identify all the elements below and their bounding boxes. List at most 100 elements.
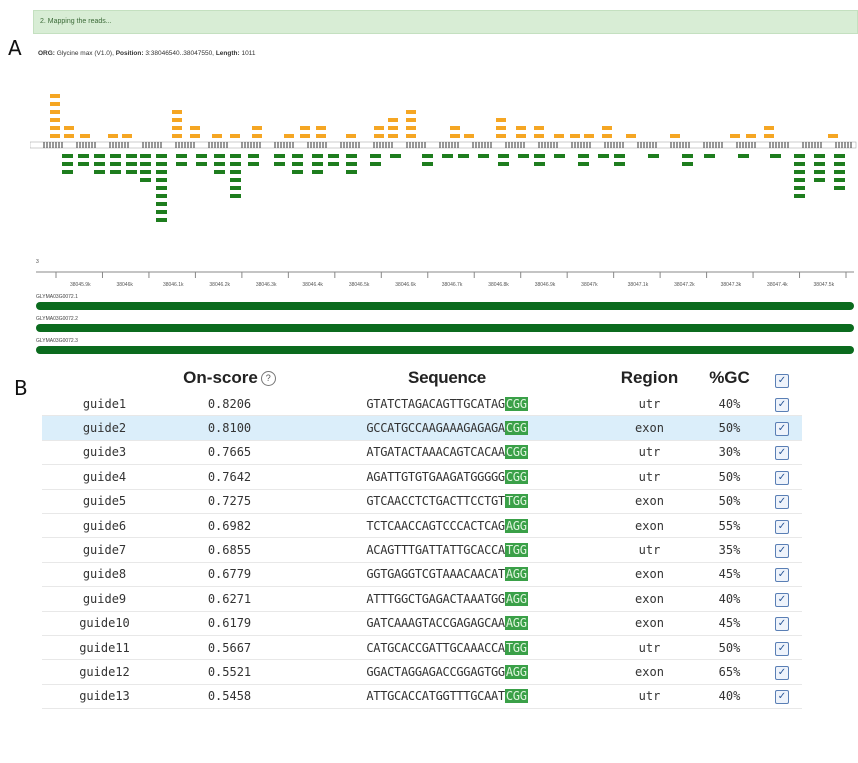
guide-select[interactable]: ✓ [762,659,802,685]
select-all-checkbox[interactable]: ✓ [775,374,789,388]
reverse-read [248,162,259,166]
reverse-read [156,218,167,222]
row-checkbox[interactable]: ✓ [775,495,789,510]
guide-gc: 50% [697,635,762,661]
transcript-bar-3[interactable] [36,346,854,354]
guide-sequence: ATGATACTAAACAGTCACAACGG [292,440,602,466]
forward-read [764,134,774,138]
guide-score: 0.5521 [167,659,292,685]
guide-select[interactable]: ✓ [762,537,802,563]
guide-select[interactable]: ✓ [762,440,802,466]
row-checkbox[interactable]: ✓ [775,617,789,632]
row-checkbox[interactable]: ✓ [775,544,789,559]
reverse-read [390,154,401,158]
forward-read [172,126,182,130]
guide-select[interactable]: ✓ [762,684,802,710]
row-checkbox[interactable]: ✓ [775,641,789,656]
reverse-read [794,186,805,190]
header-gc[interactable]: %GC [697,364,762,392]
guide-select[interactable]: ✓ [762,464,802,490]
header-sequence[interactable]: Sequence [292,364,602,392]
forward-read [464,134,474,138]
reverse-read [292,154,303,158]
guide-select[interactable]: ✓ [762,562,802,588]
reverse-read [176,154,187,158]
reverse-read [312,170,323,174]
row-checkbox[interactable]: ✓ [775,397,789,412]
help-icon[interactable]: ? [260,371,276,386]
forward-read [172,134,182,138]
forward-read [388,118,398,122]
header-on-score[interactable]: On-score? [167,364,292,392]
guide-gc: 45% [697,611,762,636]
row-checkbox[interactable]: ✓ [775,665,789,680]
forward-read [252,134,262,138]
forward-read [496,118,506,122]
reverse-read [274,162,285,166]
row-checkbox[interactable]: ✓ [775,568,789,583]
table-row[interactable]: guide2 0.8100 GCCATGCCAAGAAAGAGAGACGG exon 5… [42,415,802,441]
table-row[interactable]: guide7 0.6855 ACAGTTTGATTATTGCACCATGG utr 35… [42,537,802,563]
reverse-read [648,154,659,158]
row-checkbox[interactable]: ✓ [775,592,789,607]
table-row[interactable]: guide8 0.6779 GGTGAGGTCGTAAACAACATAGG exon 4… [42,562,802,588]
table-row[interactable]: guide5 0.7275 GTCAACCTCTGACTTCCTGTTGG exon 5… [42,489,802,514]
guide-select[interactable]: ✓ [762,513,802,539]
guide-select[interactable]: ✓ [762,611,802,636]
row-checkbox[interactable]: ✓ [775,422,789,437]
protospacer: ATGATACTAAACAGTCACAA [366,445,505,460]
reverse-read [274,154,285,158]
forward-read [516,126,526,130]
table-row[interactable]: guide4 0.7642 AGATTGTGTGAAGATGGGGGCGG utr 50… [42,464,802,490]
guide-sequence: GGTGAGGTCGTAAACAACATAGG [292,562,602,588]
table-row[interactable]: guide11 0.5667 CATGCACCGATTGCAAACCATGG utr 5… [42,635,802,661]
row-checkbox[interactable]: ✓ [775,470,789,485]
forward-read [746,134,756,138]
guide-select[interactable]: ✓ [762,635,802,661]
length-value: 1011 [241,50,256,57]
row-checkbox[interactable]: ✓ [775,519,789,534]
forward-read [50,126,60,130]
header-select-all[interactable]: ✓ [762,364,802,392]
guide-region: utr [602,464,697,490]
transcript-bar-1[interactable] [36,302,854,310]
guide-select[interactable]: ✓ [762,489,802,514]
position-label: Position: [115,50,144,57]
table-row[interactable]: guide3 0.7665 ATGATACTAAACAGTCACAACGG utr 30… [42,440,802,466]
reverse-read [312,154,323,158]
guide-sequence: GGACTAGGAGACCGGAGTGGAGG [292,659,602,685]
table-row[interactable]: guide1 0.8206 GTATCTAGACAGTTGCATAGCGG utr 40… [42,392,802,417]
guide-select[interactable]: ✓ [762,415,802,441]
table-row[interactable]: guide6 0.6982 TCTCAACCAGTCCCACTCAGAGG exon 5… [42,513,802,539]
guide-name: guide2 [42,415,167,441]
table-row[interactable]: guide10 0.6179 GATCAAAGTACCGAGAGCAAAGG exon… [42,611,802,636]
guide-select[interactable]: ✓ [762,586,802,612]
forward-read [300,126,310,130]
reverse-read [770,154,781,158]
forward-read [212,134,222,138]
guide-sequence: AGATTGTGTGAAGATGGGGGCGG [292,464,602,490]
guide-sequence: GTATCTAGACAGTTGCATAGCGG [292,392,602,417]
table-row[interactable]: guide9 0.6271 ATTTGGCTGAGACTAAATGGAGG exon 4… [42,586,802,612]
protospacer: GGTGAGGTCGTAAACAACAT [366,567,505,582]
header-region[interactable]: Region [602,364,697,392]
protospacer: GATCAAAGTACCGAGAGCAA [366,616,505,631]
pam-highlight: AGG [504,616,528,631]
guide-region: exon [602,562,697,588]
forward-read [64,126,74,130]
axis-tick-label: 38046.2k [209,282,230,288]
transcript-bar-2[interactable] [36,324,854,332]
row-checkbox[interactable]: ✓ [775,690,789,705]
table-row[interactable]: guide13 0.5458 ATTGCACCATGGTTTGCAATCGG utr 4… [42,684,802,710]
table-row[interactable]: guide12 0.5521 GGACTAGGAGACCGGAGTGGAGG exon… [42,659,802,685]
guide-name: guide8 [42,562,167,588]
guide-name: guide5 [42,489,167,514]
axis-tick-label: 38047k [581,282,598,288]
axis-tick-label: 38046.7k [441,282,463,288]
guide-select[interactable]: ✓ [762,392,802,417]
reverse-read [62,162,73,166]
guide-name: guide13 [42,684,167,710]
axis-tick-label: 38046.5k [348,282,370,288]
protospacer: GCCATGCCAAGAAAGAGAGA [366,421,505,436]
row-checkbox[interactable]: ✓ [775,446,789,461]
